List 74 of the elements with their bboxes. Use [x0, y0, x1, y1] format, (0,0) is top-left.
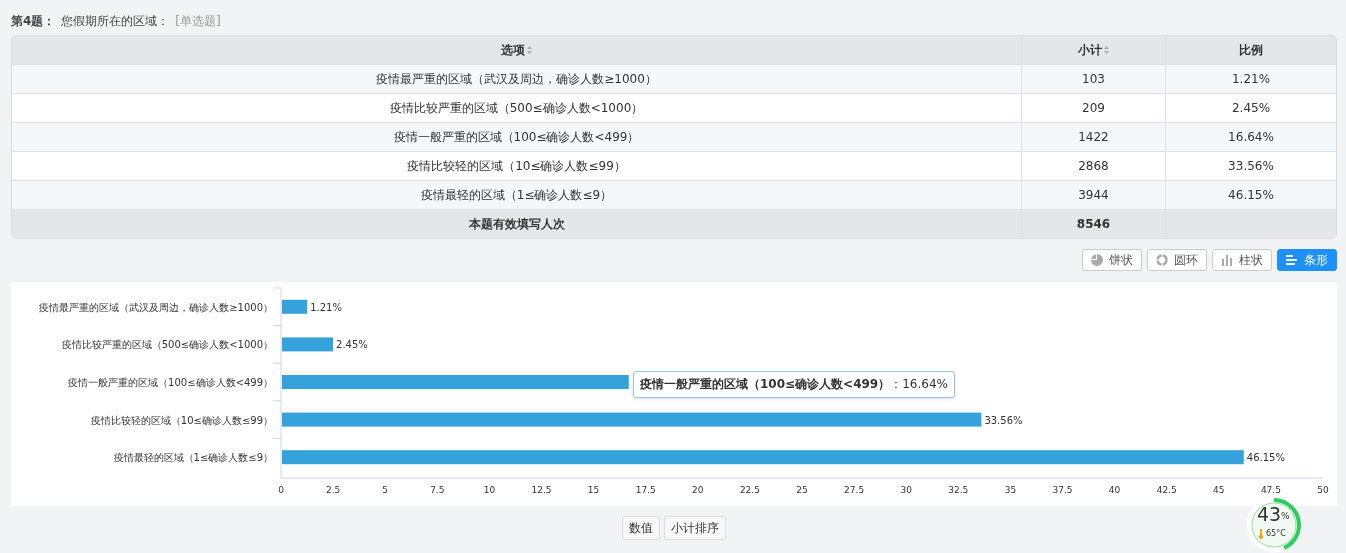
tick-label: 20: [692, 485, 704, 495]
value-label: 33.56%: [984, 414, 1023, 426]
table-cell: 16.64%: [1228, 130, 1274, 144]
tick-label: 25: [796, 485, 808, 495]
bar[interactable]: [282, 299, 308, 314]
bar[interactable]: [282, 337, 334, 352]
bar-chart-icon: [1286, 254, 1298, 266]
tick-label: 45: [1213, 485, 1225, 495]
tick-label: 7.5: [430, 485, 445, 495]
tick-label: 15: [587, 485, 600, 495]
table-cell: 疫情比较轻的区域（10≤确诊人数≤99）: [407, 157, 626, 175]
tick-label: 32.5: [948, 485, 969, 495]
question-title: 您假期所在的区域：: [61, 12, 170, 30]
category-label: 疫情比较轻的区域（10≤确诊人数≤99）: [90, 414, 273, 426]
column-header[interactable]: 选项: [501, 41, 525, 59]
tick-label: 0: [278, 485, 284, 495]
chart-type-button[interactable]: 饼状: [1082, 249, 1142, 271]
total-count: 8546: [1076, 217, 1111, 231]
table-cell: 2.45%: [1231, 101, 1271, 115]
table-cell: 209: [1082, 101, 1105, 115]
temperature-reading: 65°C: [1266, 529, 1286, 538]
usage-reading: 43: [1257, 503, 1282, 525]
toggle-button[interactable]: 数值: [622, 516, 660, 540]
sort-icon[interactable]: [1104, 46, 1109, 54]
usage-unit: %: [1281, 511, 1290, 521]
tick-label: 12.5: [531, 485, 552, 495]
value-label: 2.45%: [336, 339, 368, 351]
chart-type-button[interactable]: 柱状: [1212, 249, 1272, 271]
table-cell: 46.15%: [1228, 188, 1274, 202]
tick-label: 5: [382, 485, 389, 495]
pie-chart-icon: [1091, 254, 1103, 266]
category-label: 疫情一般严重的区域（100≤确诊人数<499）: [68, 377, 273, 388]
column-header: 比例: [1239, 41, 1263, 59]
tick-label: 42.5: [1156, 485, 1177, 495]
column-chart-icon: [1221, 254, 1233, 266]
table-cell: 疫情最严重的区域（武汉及周边，确诊人数≥1000）: [376, 70, 657, 88]
tick-label: 22.5: [739, 485, 760, 495]
tick-label: 10: [483, 485, 496, 495]
value-label: 46.15%: [1246, 452, 1285, 464]
table-cell: 疫情最轻的区域（1≤确诊人数≤9）: [420, 186, 613, 204]
thermometer-icon: [1258, 529, 1264, 539]
chart-tooltip: 疫情一般严重的区域（100≤确诊人数<499）：16.64%: [633, 371, 955, 398]
table-cell: 103: [1082, 72, 1105, 86]
bar[interactable]: [282, 375, 629, 389]
tick-label: 2.5: [325, 485, 341, 495]
bar[interactable]: [282, 412, 982, 427]
tick-label: 17.5: [635, 485, 656, 495]
table-cell: 1.21%: [1231, 72, 1271, 86]
tick-label: 37.5: [1052, 485, 1073, 495]
table-cell: 疫情比较严重的区域（500≤确诊人数<1000）: [389, 99, 644, 117]
table-cell: 2868: [1078, 159, 1109, 173]
question-type: [单选题]: [175, 12, 221, 30]
category-label: 疫情最轻的区域（1≤确诊人数≤9）: [113, 452, 273, 464]
tick-label: 47.5: [1260, 485, 1281, 495]
question-number: 第4题：: [11, 12, 56, 30]
toggle-button[interactable]: 小计排序: [664, 516, 726, 540]
chart-type-button[interactable]: 圆环: [1147, 249, 1207, 271]
table-cell: 疫情一般严重的区域（100≤确诊人数<499）: [393, 128, 640, 146]
category-label: 疫情最严重的区域（武汉及周边，确诊人数≥1000）: [39, 301, 273, 313]
tick-label: 40: [1108, 485, 1121, 495]
column-header[interactable]: 小计: [1078, 41, 1102, 59]
bar[interactable]: [282, 450, 1244, 465]
value-label: 1.21%: [310, 301, 342, 313]
table-cell: 1422: [1078, 130, 1109, 144]
table-cell: 33.56%: [1228, 159, 1274, 173]
tick-label: 30: [900, 485, 912, 495]
table-cell: 3944: [1078, 188, 1109, 202]
tick-label: 27.5: [844, 485, 865, 495]
sort-icon[interactable]: [527, 46, 532, 54]
tick-label: 35: [1004, 485, 1017, 495]
ring-chart-icon: [1156, 254, 1168, 266]
total-label: 本题有效填写人次: [468, 215, 565, 233]
tick-label: 50: [1317, 485, 1329, 495]
category-label: 疫情比较严重的区域（500≤确诊人数<1000）: [61, 339, 273, 351]
